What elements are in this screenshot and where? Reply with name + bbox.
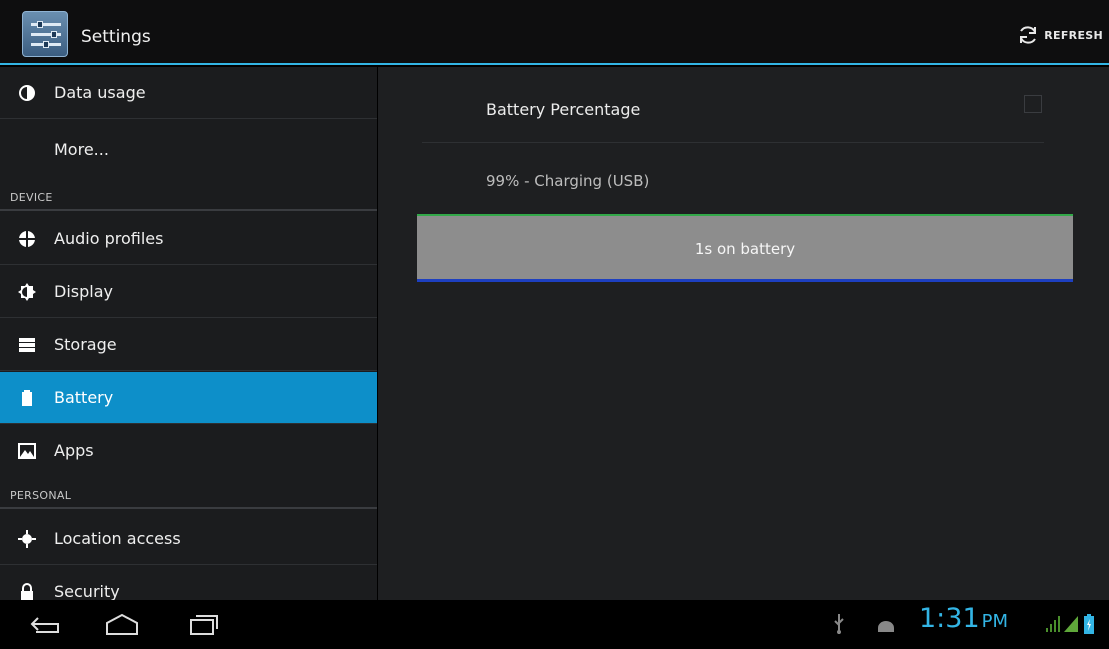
sidebar-item-label: Audio profiles (54, 229, 164, 248)
section-header-device: DEVICE (0, 185, 377, 211)
data-usage-icon (19, 85, 35, 101)
clock-ampm: PM (981, 611, 1009, 632)
section-header-personal: PERSONAL (0, 483, 377, 509)
sidebar-item-label: Location access (54, 529, 181, 548)
battery-percentage-checkbox[interactable] (1024, 95, 1042, 113)
android-debug-icon (878, 621, 894, 632)
battery-percentage-row[interactable]: Battery Percentage (422, 67, 1044, 143)
apps-icon (18, 443, 36, 459)
action-bar: Settings REFRESH (0, 0, 1109, 65)
settings-sidebar[interactable]: Data usage More... DEVICE Audio profiles… (0, 67, 377, 600)
battery-status-text: 99% - Charging (USB) (486, 172, 650, 190)
sidebar-item-security[interactable]: Security (0, 566, 377, 600)
sidebar-item-location-access[interactable]: Location access (0, 513, 377, 565)
section-header-label: PERSONAL (10, 489, 72, 502)
refresh-icon (1020, 26, 1037, 44)
battery-status-icon (1084, 614, 1094, 634)
battery-detail-pane: Battery Percentage 99% - Charging (USB) … (378, 67, 1109, 600)
sidebar-item-storage[interactable]: Storage (0, 319, 377, 371)
action-bar-accent (0, 63, 1109, 65)
battery-history-graph[interactable]: 1s on battery (417, 214, 1073, 282)
battery-percentage-label: Battery Percentage (486, 100, 641, 119)
clock-time: 1:31 (919, 603, 980, 634)
sidebar-item-audio-profiles[interactable]: Audio profiles (0, 213, 377, 265)
usb-icon (834, 614, 844, 634)
sidebar-item-label: Security (54, 582, 120, 600)
storage-icon (19, 338, 35, 352)
sidebar-item-battery[interactable]: Battery (0, 372, 377, 424)
time-on-battery-label: 1s on battery (694, 240, 796, 258)
lock-icon (21, 583, 33, 600)
sidebar-item-label: More... (54, 140, 109, 159)
sidebar-item-label: Apps (54, 441, 94, 460)
page-title: Settings (81, 27, 151, 47)
sidebar-item-label: Storage (54, 335, 117, 354)
audio-profiles-icon (18, 230, 36, 248)
wifi-signal-icon (1046, 616, 1060, 632)
sidebar-item-label: Battery (54, 388, 114, 407)
settings-app-icon[interactable] (22, 11, 68, 57)
system-bar: 1:31 PM (0, 600, 1109, 649)
display-icon (18, 283, 36, 301)
clock[interactable]: 1:31 PM (919, 603, 1008, 634)
sidebar-item-label: Display (54, 282, 113, 301)
sidebar-item-label: Data usage (54, 83, 146, 102)
recent-apps-button[interactable] (186, 612, 222, 638)
location-icon (18, 530, 36, 548)
sidebar-item-data-usage[interactable]: Data usage (0, 67, 377, 119)
section-header-label: DEVICE (10, 191, 53, 204)
sidebar-item-apps[interactable]: Apps (0, 425, 377, 469)
refresh-label: REFRESH (1044, 28, 1103, 42)
home-button[interactable] (104, 612, 140, 638)
sidebar-item-more[interactable]: More... (0, 120, 377, 164)
refresh-button[interactable]: REFRESH (1016, 22, 1103, 48)
cell-signal-icon (1064, 616, 1078, 632)
back-button[interactable] (28, 612, 64, 638)
sidebar-item-display[interactable]: Display (0, 266, 377, 318)
battery-icon (22, 390, 32, 406)
